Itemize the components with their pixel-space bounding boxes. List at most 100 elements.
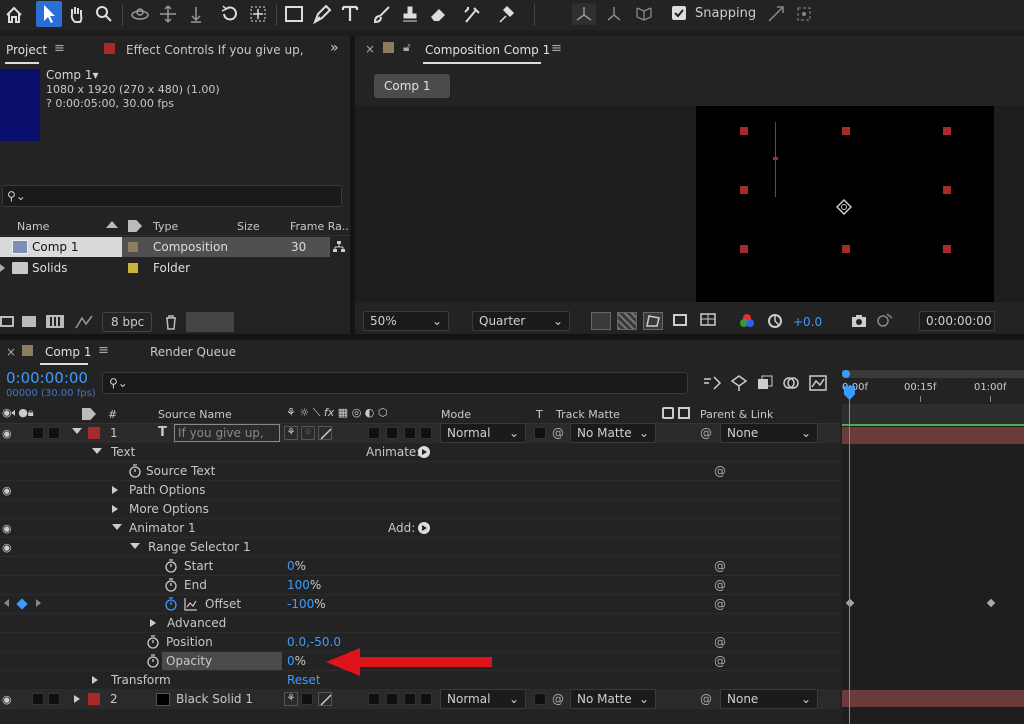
comp-breadcrumb[interactable]: Comp 1 <box>374 74 450 98</box>
work-area-start-handle[interactable] <box>842 370 850 378</box>
selection-tool-button[interactable] <box>36 1 62 27</box>
property-row-animator[interactable]: ◉ Animator 1 Add: <box>0 519 840 538</box>
anchor-point-icon[interactable] <box>248 4 268 24</box>
layer-2-duration-bar[interactable] <box>842 690 1024 707</box>
property-row-transform[interactable]: Transform Reset <box>0 671 840 690</box>
puppet-pin-icon[interactable] <box>496 4 516 24</box>
interpret-footage-icon[interactable] <box>0 316 14 327</box>
property-row-start[interactable]: Start 0% @ <box>0 557 840 576</box>
anchor-point-icon[interactable] <box>836 199 852 215</box>
keyframe-icon[interactable] <box>845 598 855 608</box>
close-tab-icon[interactable]: × <box>365 42 375 56</box>
layer-switch[interactable] <box>386 693 398 705</box>
add-menu-icon[interactable] <box>418 522 430 534</box>
bounding-handle[interactable] <box>842 127 850 135</box>
current-time-display[interactable]: 0:00:00:00 <box>919 311 995 331</box>
rectangle-icon[interactable] <box>284 4 304 24</box>
bounding-handle[interactable] <box>943 127 951 135</box>
invert-matte-icon[interactable] <box>678 407 690 419</box>
parent-pick-whip-icon[interactable]: @ <box>700 426 712 440</box>
comp-flowchart-icon[interactable] <box>702 374 722 392</box>
parent-pick-whip-icon[interactable]: @ <box>700 692 712 706</box>
solo-toggle[interactable] <box>32 693 44 705</box>
bounding-handle[interactable] <box>842 245 850 253</box>
grid-guides-icon[interactable] <box>699 312 717 328</box>
tab-render-queue[interactable]: Render Queue <box>150 345 236 359</box>
panel-menu-icon[interactable]: ≡ <box>551 41 562 56</box>
tab-effect-controls[interactable]: Effect Controls If you give up, <box>126 43 304 57</box>
stopwatch-icon[interactable] <box>164 578 178 592</box>
track-matte-dropdown[interactable]: No Matte ⌄ <box>570 423 656 443</box>
property-row-more-options[interactable]: More Options <box>0 500 840 519</box>
view-axis-icon[interactable] <box>634 4 654 24</box>
panel-menu-icon[interactable]: ≡ <box>54 41 65 56</box>
comp-info-name[interactable]: Comp 1▾ <box>46 68 99 82</box>
stopwatch-icon[interactable] <box>146 635 160 649</box>
pick-whip-icon[interactable]: @ <box>552 426 564 440</box>
bounding-handle[interactable] <box>943 245 951 253</box>
solo-toggle[interactable] <box>32 427 44 439</box>
av-switches-icon[interactable]: ◉🔈︎●🔒︎ <box>2 406 34 420</box>
close-tab-icon[interactable]: × <box>6 345 16 359</box>
quality-switch-icon[interactable] <box>318 692 332 706</box>
draft-3d-icon[interactable] <box>730 374 748 392</box>
panel-menu-icon[interactable]: ≡ <box>98 343 109 358</box>
property-row-offset[interactable]: Offset -100% @ <box>0 595 840 614</box>
layer-row-2[interactable]: ◉ 2 Black Solid 1 ⚘ Normal ⌄ @ No Matte ⌄ … <box>0 689 840 709</box>
prev-keyframe-icon[interactable] <box>4 599 9 607</box>
tab-project[interactable]: Project <box>6 43 47 57</box>
region-of-interest-icon[interactable] <box>673 314 687 326</box>
preserve-transparency-toggle[interactable] <box>534 427 546 439</box>
show-snapshot-icon[interactable] <box>875 312 893 328</box>
roto-brush-icon[interactable] <box>462 4 482 24</box>
collapsed-arrow-icon[interactable] <box>112 505 118 513</box>
frame-blending-icon[interactable] <box>756 374 774 392</box>
zoom-icon[interactable] <box>94 4 114 24</box>
transparency-grid-icon[interactable] <box>617 312 637 330</box>
snap-edge-icon[interactable] <box>766 4 786 24</box>
fast-previews-icon[interactable] <box>591 312 611 330</box>
next-keyframe-icon[interactable] <box>36 599 41 607</box>
dolly-icon[interactable] <box>186 4 206 24</box>
lock-toggle[interactable] <box>48 693 60 705</box>
property-value[interactable]: 100% <box>287 578 321 592</box>
current-time[interactable]: 0:00:00:00 <box>6 369 88 387</box>
animate-label[interactable]: Animate: <box>366 445 420 459</box>
stopwatch-icon[interactable] <box>164 559 178 573</box>
expression-spiral-icon[interactable]: @ <box>714 464 726 478</box>
eye-icon[interactable]: ◉ <box>2 484 12 497</box>
expand-arrow-icon[interactable] <box>112 524 122 530</box>
expand-arrow-icon[interactable] <box>72 428 82 434</box>
property-value[interactable]: 0% <box>287 559 306 573</box>
column-name[interactable]: Name <box>17 220 49 233</box>
layer-switch[interactable] <box>301 693 313 705</box>
timeline-track-area[interactable] <box>842 424 1024 724</box>
snapping-checkbox[interactable] <box>672 6 686 20</box>
trash-icon[interactable] <box>164 314 178 330</box>
collapsed-arrow-icon[interactable] <box>92 676 98 684</box>
lock-toggle[interactable] <box>48 427 60 439</box>
expression-spiral-icon[interactable]: @ <box>714 597 726 611</box>
property-row-end[interactable]: End 100% @ <box>0 576 840 595</box>
panel-overflow-icon[interactable]: » <box>330 40 339 56</box>
eye-icon[interactable]: ◉ <box>2 541 12 554</box>
zoom-dropdown[interactable]: 50% ⌄ <box>363 311 449 331</box>
layer-switch[interactable] <box>420 427 432 439</box>
pen-icon[interactable] <box>312 4 332 24</box>
layer-row-1[interactable]: ◉ 1 T If you give up, ⚘ ☼ Normal ⌄ @ No M… <box>0 423 840 443</box>
add-keyframe-icon[interactable] <box>16 598 28 610</box>
property-row-range-selector[interactable]: ◉ Range Selector 1 <box>0 538 840 557</box>
world-axis-icon[interactable] <box>604 4 624 24</box>
clone-stamp-icon[interactable] <box>400 4 420 24</box>
bounding-handle[interactable] <box>740 127 748 135</box>
label-color-swatch[interactable] <box>88 693 100 705</box>
hand-icon[interactable] <box>66 4 86 24</box>
brush-icon[interactable] <box>372 4 392 24</box>
column-type[interactable]: Type <box>153 220 178 233</box>
shy-switch-icon[interactable]: ⚘ <box>284 426 298 440</box>
flowchart-icon[interactable] <box>332 240 346 254</box>
label-color-swatch[interactable] <box>88 427 100 439</box>
property-row-advanced[interactable]: Advanced <box>0 614 840 633</box>
pan-icon[interactable] <box>158 4 178 24</box>
comp-viewer[interactable] <box>355 106 1024 302</box>
